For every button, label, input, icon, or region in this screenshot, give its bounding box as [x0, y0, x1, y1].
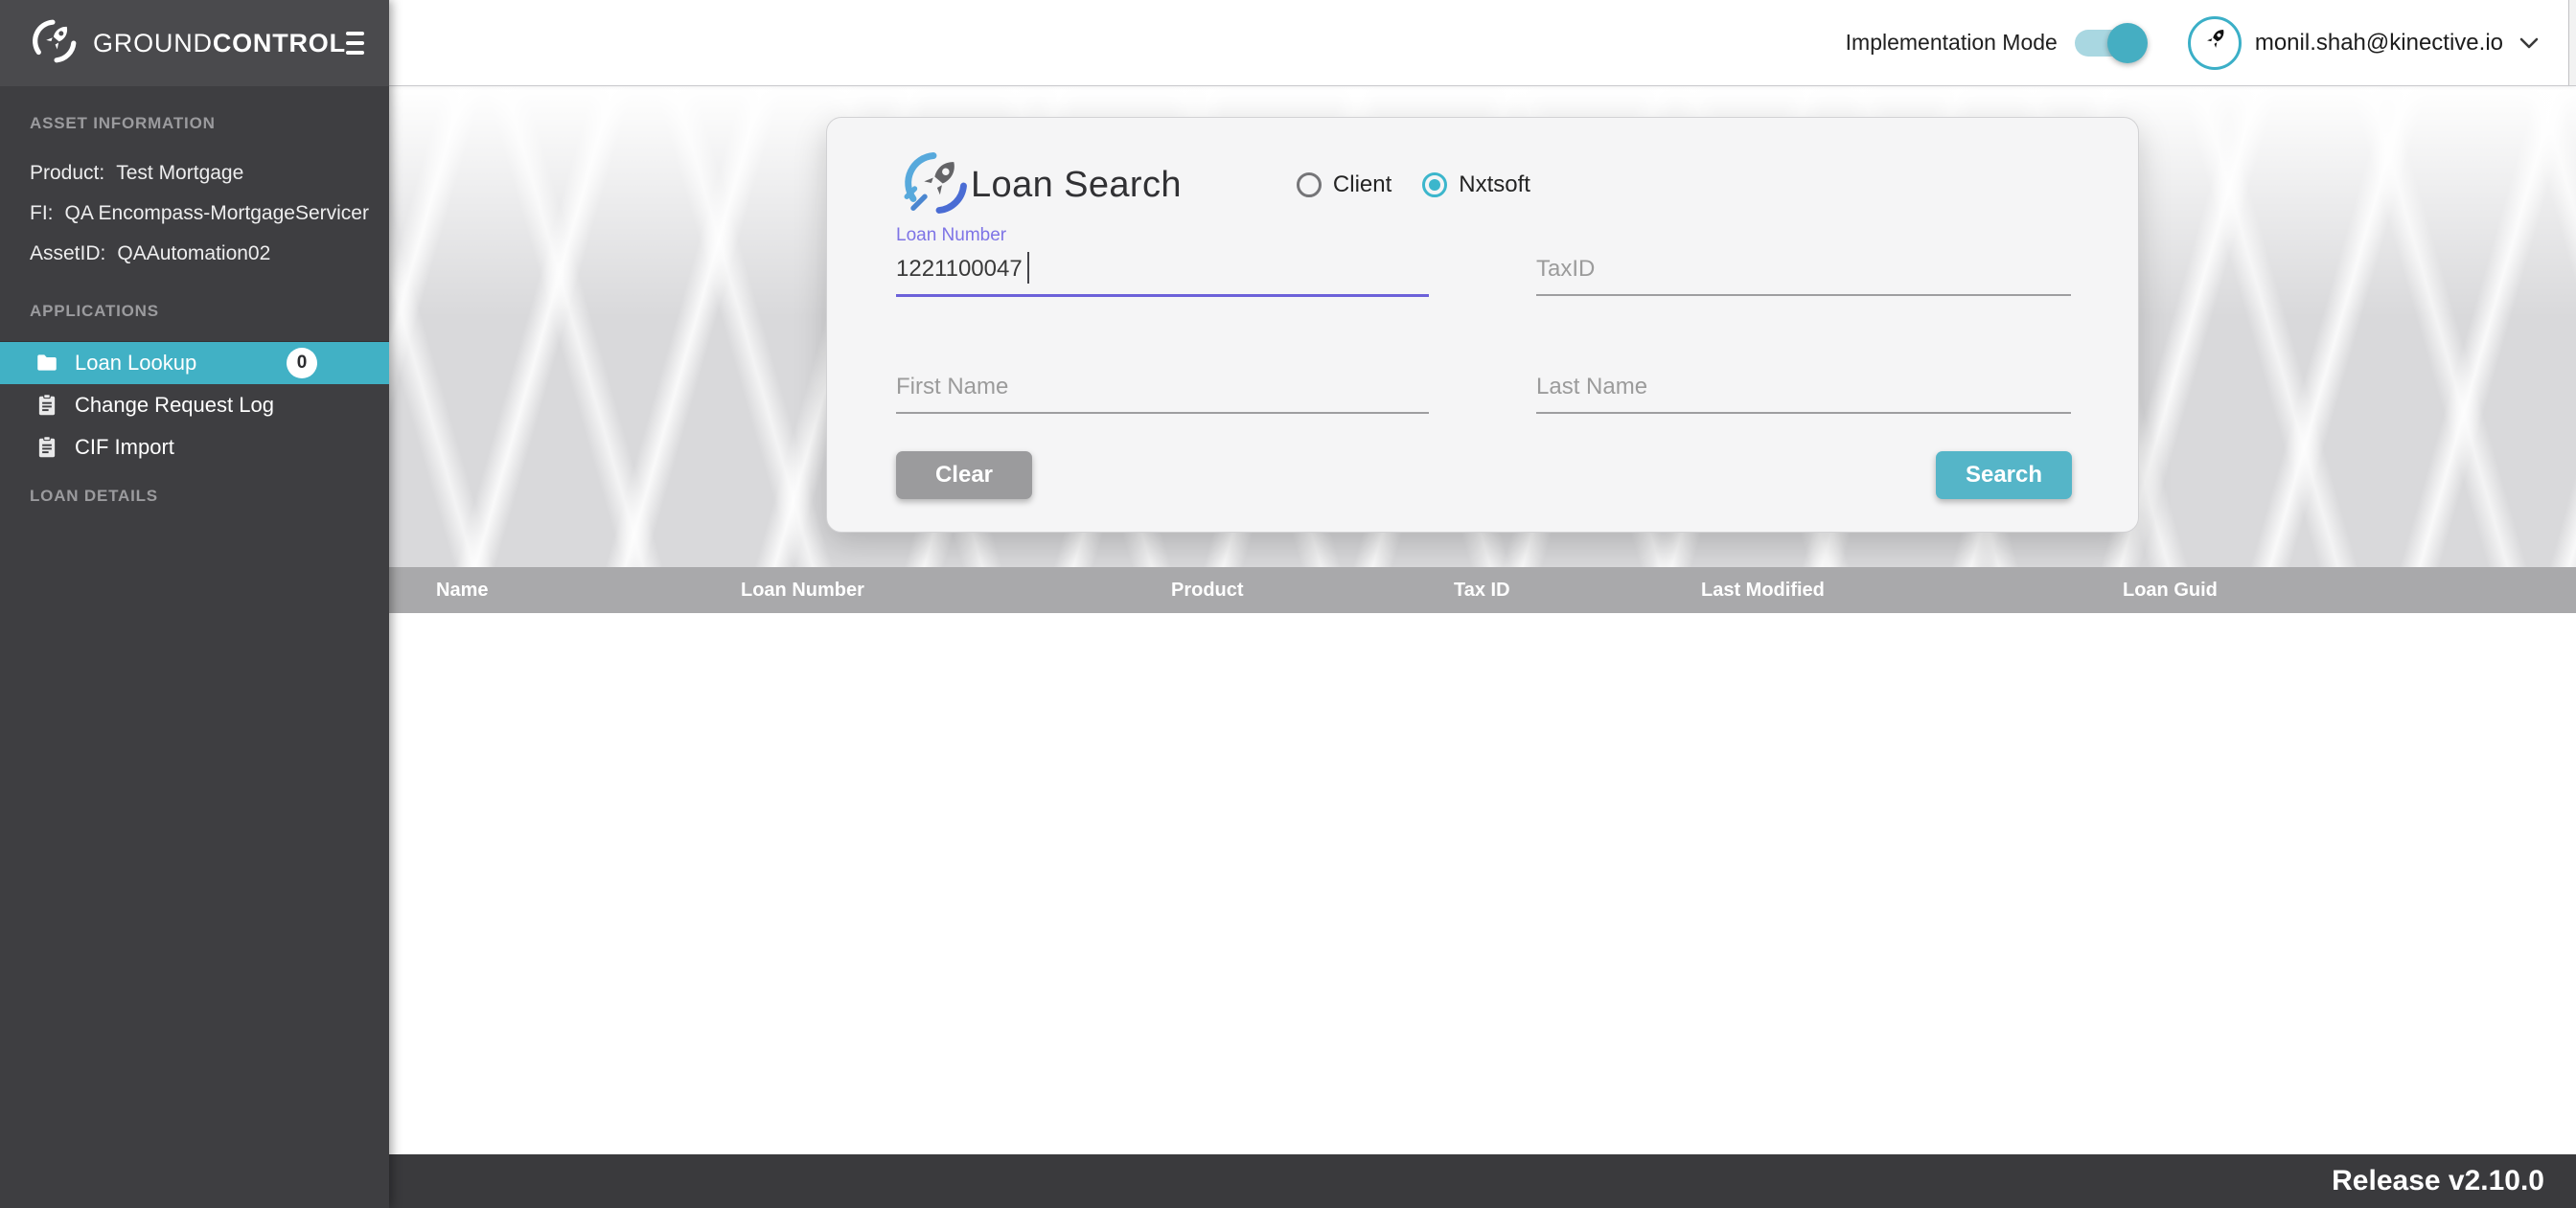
clear-button[interactable]: Clear — [896, 451, 1032, 499]
footer: Release v2.10.0 — [389, 1154, 2576, 1208]
last-name-input[interactable] — [1536, 368, 2071, 414]
results-table-header: Name Loan Number Product Tax ID Last Mod… — [389, 567, 2576, 613]
avatar[interactable] — [2188, 16, 2242, 70]
nav-item-label: CIF Import — [75, 435, 174, 460]
loan-number-input[interactable] — [896, 250, 1429, 297]
loan-lookup-count-badge: 0 — [287, 348, 317, 378]
nav-item-change-request-log[interactable]: Change Request Log — [0, 384, 389, 426]
scrollbar-track[interactable] — [2568, 0, 2576, 85]
section-loan-details: LOAN DETAILS — [30, 487, 158, 506]
sidebar: GROUNDCONTROL ASSET INFORMATION Product:… — [0, 0, 389, 1208]
nav-item-loan-lookup[interactable]: Loan Lookup 0 — [0, 342, 389, 384]
text-caret — [1027, 252, 1029, 284]
page-title: Loan Search — [971, 165, 1182, 206]
rocket-avatar-icon — [2198, 24, 2231, 61]
sidebar-logo-bar: GROUNDCONTROL — [0, 0, 389, 86]
radio-nxtsoft[interactable]: Nxtsoft — [1422, 171, 1530, 198]
clipboard-icon — [34, 393, 59, 418]
source-radio-group: Client Nxtsoft — [1297, 171, 1530, 198]
column-header-loan-guid: Loan Guid — [2123, 567, 2218, 613]
loan-number-label: Loan Number — [896, 225, 1429, 250]
nav-item-cif-import[interactable]: CIF Import — [0, 426, 389, 468]
toggle-knob — [2107, 23, 2148, 63]
section-applications: APPLICATIONS — [30, 302, 159, 321]
column-header-product: Product — [1171, 567, 1244, 613]
asset-info-assetid: AssetID:QAAutomation02 — [30, 242, 270, 265]
last-name-field — [1536, 343, 2071, 414]
user-email: monil.shah@kinective.io — [2255, 30, 2503, 57]
card-header: Loan Search Client Nxtsoft — [902, 145, 1530, 225]
radio-unselected-icon — [1297, 172, 1322, 197]
topbar: Implementation Mode monil.shah@kinective… — [389, 0, 2576, 86]
implementation-mode-label: Implementation Mode — [1846, 30, 2058, 56]
radio-label: Client — [1333, 171, 1392, 198]
folder-icon — [34, 351, 59, 376]
implementation-mode-toggle[interactable] — [2075, 30, 2146, 57]
hamburger-menu-icon[interactable] — [346, 28, 364, 58]
column-header-tax-id: Tax ID — [1454, 567, 1510, 613]
loan-search-card: Loan Search Client Nxtsoft Loan Number — [826, 117, 2139, 533]
tax-id-input[interactable] — [1536, 250, 2071, 296]
hero-background: Loan Search Client Nxtsoft Loan Number — [389, 86, 2576, 567]
nav-item-label: Change Request Log — [75, 393, 274, 418]
groundcontrol-rocket-logo-icon — [31, 17, 79, 70]
first-name-input[interactable] — [896, 368, 1429, 414]
rocket-card-icon — [902, 148, 971, 222]
column-header-loan-number: Loan Number — [741, 567, 864, 613]
nav-item-label: Loan Lookup — [75, 351, 196, 376]
radio-selected-icon — [1422, 172, 1447, 197]
tax-id-field — [1536, 225, 2071, 296]
asset-info-product: Product:Test Mortgage — [30, 162, 243, 185]
release-version: Release v2.10.0 — [2332, 1165, 2544, 1197]
column-header-last-modified: Last Modified — [1701, 567, 1825, 613]
column-header-name: Name — [436, 567, 488, 613]
applications-nav: Loan Lookup 0 Change Request Log — [0, 341, 389, 468]
chevron-down-icon[interactable] — [2518, 36, 2540, 50]
first-name-field — [896, 343, 1429, 414]
radio-client[interactable]: Client — [1297, 171, 1392, 198]
loan-number-field: Loan Number — [896, 225, 1429, 297]
asset-info-fi: FI:QA Encompass-MortgageServicer — [30, 202, 369, 225]
section-asset-information: ASSET INFORMATION — [30, 114, 216, 133]
brand-title: GROUNDCONTROL — [93, 29, 346, 58]
clipboard-icon — [34, 435, 59, 460]
search-button[interactable]: Search — [1936, 451, 2072, 499]
radio-label: Nxtsoft — [1459, 171, 1530, 198]
app-root: GROUNDCONTROL ASSET INFORMATION Product:… — [0, 0, 2576, 1208]
